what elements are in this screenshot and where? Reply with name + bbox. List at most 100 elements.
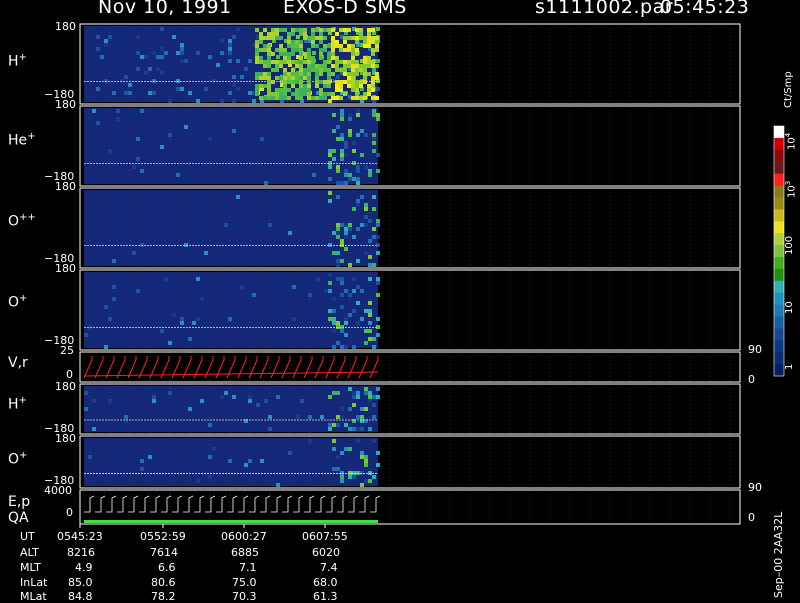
heatmap-cell bbox=[303, 52, 307, 56]
heatmap-cell bbox=[364, 391, 368, 395]
heatmap-cell bbox=[363, 60, 367, 64]
heatmap-cell bbox=[347, 80, 351, 84]
heatmap-cell bbox=[255, 76, 259, 80]
heatmap-cell bbox=[351, 76, 355, 80]
heatmap-cell bbox=[112, 259, 116, 263]
heatmap-cell bbox=[92, 109, 96, 113]
heatmap-cell bbox=[344, 223, 348, 227]
heatmap-cell bbox=[276, 483, 280, 487]
heatmap-cell bbox=[184, 59, 188, 63]
heatmap-cell bbox=[124, 415, 128, 419]
panel-8-label-qa: QA bbox=[8, 510, 29, 526]
heatmap-cell bbox=[340, 471, 344, 475]
heatmap-cell bbox=[368, 399, 372, 403]
heatmap-cell bbox=[264, 181, 268, 185]
heatmap-cell bbox=[319, 48, 323, 52]
heatmap-cell bbox=[267, 88, 271, 92]
heatmap-cell bbox=[180, 51, 184, 55]
heatmap-cell bbox=[352, 207, 356, 211]
heatmap-cell bbox=[228, 91, 232, 95]
heatmap-cell bbox=[168, 391, 172, 395]
heatmap-cell bbox=[275, 60, 279, 64]
heatmap-cell bbox=[299, 96, 303, 100]
heatmap-cell bbox=[295, 88, 299, 92]
heatmap-cell bbox=[299, 28, 303, 32]
heatmap-cell bbox=[336, 125, 340, 129]
heatmap-cell bbox=[196, 317, 200, 321]
panel-4-ytick-top: 180 bbox=[55, 262, 76, 275]
heatmap-cell bbox=[312, 51, 316, 55]
heatmap-cell bbox=[372, 263, 376, 267]
heatmap-cell bbox=[315, 96, 319, 100]
heatmap-cell bbox=[283, 60, 287, 64]
heatmap-cell bbox=[184, 125, 188, 129]
heatmap-cell bbox=[268, 415, 272, 419]
heatmap-cell bbox=[208, 137, 212, 141]
heatmap-cell bbox=[339, 68, 343, 72]
heatmap-cell bbox=[344, 145, 348, 149]
heatmap-cell bbox=[348, 293, 352, 297]
heatmap-cell bbox=[352, 177, 356, 181]
heatmap-cell bbox=[359, 84, 363, 88]
colorbar-segment bbox=[774, 126, 784, 139]
heatmap-cell bbox=[292, 285, 296, 289]
colorbar-segment bbox=[774, 161, 784, 175]
heatmap-cell bbox=[371, 52, 375, 56]
heatmap-cell bbox=[160, 71, 164, 75]
heatmap-cell bbox=[363, 80, 367, 84]
heatmap-cell bbox=[348, 447, 352, 451]
heatmap-cell bbox=[268, 427, 272, 431]
heatmap-cell bbox=[176, 51, 180, 55]
heatmap-cell bbox=[275, 28, 279, 32]
heatmap-cell bbox=[240, 75, 244, 79]
heatmap-cell bbox=[367, 32, 371, 36]
heatmap-cell bbox=[236, 195, 240, 199]
heatmap-cell bbox=[295, 60, 299, 64]
heatmap-cell bbox=[303, 32, 307, 36]
heatmap-cell bbox=[372, 235, 376, 239]
heatmap-cell bbox=[311, 44, 315, 48]
heatmap-cell bbox=[180, 321, 184, 325]
heatmap-cell bbox=[299, 76, 303, 80]
heatmap-cell bbox=[355, 88, 359, 92]
heatmap-cell bbox=[351, 80, 355, 84]
heatmap-cell bbox=[336, 251, 340, 255]
heatmap-cell bbox=[352, 471, 356, 475]
heatmap-cell bbox=[228, 317, 232, 321]
heatmap-cell bbox=[376, 325, 380, 329]
heatmap-cell bbox=[364, 215, 368, 219]
heatmap-cell bbox=[376, 451, 380, 455]
heatmap-cell bbox=[332, 129, 336, 133]
heatmap-cell bbox=[340, 305, 344, 309]
heatmap-cell bbox=[368, 219, 372, 223]
heatmap-cell bbox=[96, 87, 100, 91]
heatmap-cell bbox=[327, 56, 331, 60]
heatmap-cell bbox=[371, 88, 375, 92]
heatmap-cell bbox=[208, 475, 212, 479]
colorbar-label-10e4: 104 bbox=[784, 132, 798, 150]
heatmap-cell bbox=[255, 44, 259, 48]
heatmap-cell bbox=[328, 395, 332, 399]
heatmap-cell bbox=[332, 149, 336, 153]
heatmap-cell bbox=[363, 64, 367, 68]
heatmap-cell bbox=[291, 52, 295, 56]
heatmap-cell bbox=[116, 109, 120, 113]
heatmap-cell bbox=[248, 91, 252, 95]
heatmap-cell bbox=[343, 40, 347, 44]
heatmap-cell bbox=[360, 427, 364, 431]
heatmap-cell bbox=[279, 36, 283, 40]
heatmap-cell bbox=[136, 137, 140, 141]
heatmap-cell bbox=[287, 96, 291, 100]
heatmap-cell bbox=[360, 455, 364, 459]
heatmap-cell bbox=[275, 96, 279, 100]
footer-mlt-1: 4.9 bbox=[75, 561, 93, 574]
heatmap-cell bbox=[308, 293, 312, 297]
heatmap-cell bbox=[356, 227, 360, 231]
heatmap-cell bbox=[332, 329, 336, 333]
heatmap-cell bbox=[188, 91, 192, 95]
heatmap-cell bbox=[307, 68, 311, 72]
heatmap-cell bbox=[368, 395, 372, 399]
panel-2-ytick-top: 180 bbox=[55, 98, 76, 111]
heatmap-cell bbox=[267, 80, 271, 84]
heatmap-cell bbox=[200, 297, 204, 301]
